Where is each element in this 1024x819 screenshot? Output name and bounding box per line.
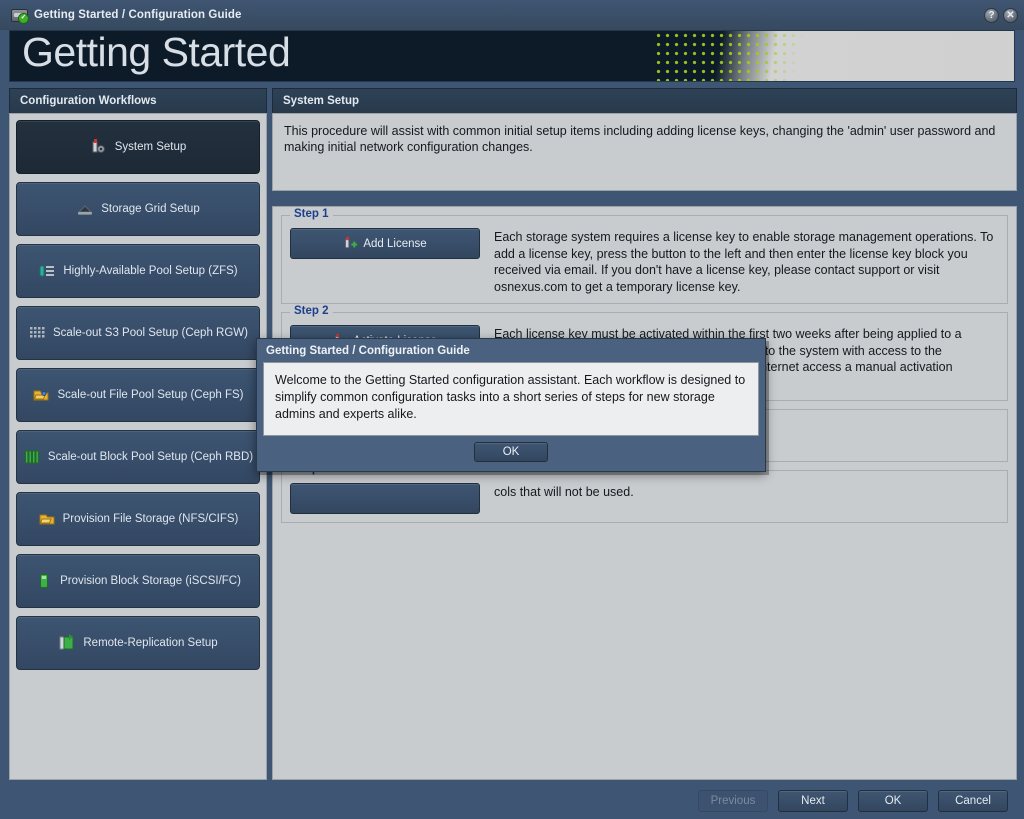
steps-area: Step 1 Add License Each storage system r… xyxy=(272,206,1017,780)
title-bar: ✓ Getting Started / Configuration Guide … xyxy=(0,0,1024,30)
banner: Getting Started xyxy=(9,30,1015,82)
main-panel-header: System Setup xyxy=(272,88,1017,113)
workflow-list: System Setup Storage Grid Setup Highly-A… xyxy=(9,113,267,780)
sidebar-item-label: Provision File Storage (NFS/CIFS) xyxy=(62,513,239,525)
replication-icon xyxy=(58,634,76,652)
step-description: cols that will not be used. xyxy=(494,485,634,499)
provision-file-icon xyxy=(38,510,56,528)
window-title: Getting Started / Configuration Guide xyxy=(34,9,242,21)
s3-pool-icon xyxy=(28,324,46,342)
storage-grid-icon xyxy=(76,200,94,218)
dialog-message: Welcome to the Getting Started configura… xyxy=(263,362,759,436)
sidebar-item-label: Highly-Available Pool Setup (ZFS) xyxy=(63,265,238,277)
help-icon[interactable]: ? xyxy=(984,7,999,23)
add-license-button[interactable]: Add License xyxy=(290,228,480,259)
cancel-button[interactable]: Cancel xyxy=(938,789,1008,812)
step-group-1: Step 1 Add License Each storage system r… xyxy=(281,208,1008,304)
step-legend: Step 1 xyxy=(290,208,333,220)
step-legend: Step 2 xyxy=(290,305,333,317)
step-description: Each storage system requires a license k… xyxy=(494,230,994,294)
sidebar-item-label: System Setup xyxy=(114,141,187,153)
sidebar-item-s3-pool-setup-ceph-rgw[interactable]: Scale-out S3 Pool Setup (Ceph RGW) xyxy=(16,306,260,360)
sidebar-item-label: Scale-out S3 Pool Setup (Ceph RGW) xyxy=(53,327,248,339)
sidebar-item-file-pool-setup-ceph-fs[interactable]: Scale-out File Pool Setup (Ceph FS) xyxy=(16,368,260,422)
sidebar-item-storage-grid-setup[interactable]: Storage Grid Setup xyxy=(16,182,260,236)
sidebar-item-label: Provision Block Storage (iSCSI/FC) xyxy=(60,575,241,587)
banner-dot-pattern-icon xyxy=(654,31,854,81)
next-button[interactable]: Next xyxy=(778,789,848,812)
previous-button[interactable]: Previous xyxy=(698,789,768,812)
sidebar-item-ha-pool-setup-zfs[interactable]: Highly-Available Pool Setup (ZFS) xyxy=(16,244,260,298)
sidebar-item-system-setup[interactable]: System Setup xyxy=(16,120,260,174)
welcome-dialog: Getting Started / Configuration Guide We… xyxy=(256,338,766,472)
step-4-button[interactable] xyxy=(290,483,480,514)
dialog-title: Getting Started / Configuration Guide xyxy=(266,344,470,357)
sidebar-item-remote-replication-setup[interactable]: Remote-Replication Setup xyxy=(16,616,260,670)
dialog-footer: OK xyxy=(257,436,765,468)
step-button-label: Add License xyxy=(363,237,427,250)
dialog-ok-button[interactable]: OK xyxy=(474,442,548,462)
sidebar-header: Configuration Workflows xyxy=(9,88,267,113)
media-check-icon: ✓ xyxy=(10,7,29,24)
sidebar-item-label: Storage Grid Setup xyxy=(101,203,200,215)
file-pool-icon xyxy=(32,386,50,404)
footer-bar: Previous Next OK Cancel xyxy=(0,782,1024,819)
ha-pool-icon xyxy=(38,262,56,280)
step-group-4: Step 4 cols that will not be used. xyxy=(281,463,1008,523)
main-description: This procedure will assist with common i… xyxy=(272,113,1017,191)
system-setup-icon xyxy=(90,138,108,156)
sidebar-item-label: Remote-Replication Setup xyxy=(83,637,218,649)
add-license-icon xyxy=(343,236,358,251)
app-window: ✓ Getting Started / Configuration Guide … xyxy=(0,0,1024,819)
sidebar: Configuration Workflows System Setup Sto… xyxy=(9,88,267,780)
sidebar-item-label: Scale-out File Pool Setup (Ceph FS) xyxy=(57,389,244,401)
ok-button[interactable]: OK xyxy=(858,789,928,812)
close-icon[interactable]: ✕ xyxy=(1003,7,1018,23)
block-pool-icon xyxy=(23,448,41,466)
sidebar-item-label: Scale-out Block Pool Setup (Ceph RBD) xyxy=(47,451,254,463)
sidebar-item-provision-file-storage[interactable]: Provision File Storage (NFS/CIFS) xyxy=(16,492,260,546)
sidebar-item-block-pool-setup-ceph-rbd[interactable]: Scale-out Block Pool Setup (Ceph RBD) xyxy=(16,430,260,484)
sidebar-item-provision-block-storage[interactable]: Provision Block Storage (iSCSI/FC) xyxy=(16,554,260,608)
provision-block-icon xyxy=(35,572,53,590)
banner-title: Getting Started xyxy=(22,30,291,75)
